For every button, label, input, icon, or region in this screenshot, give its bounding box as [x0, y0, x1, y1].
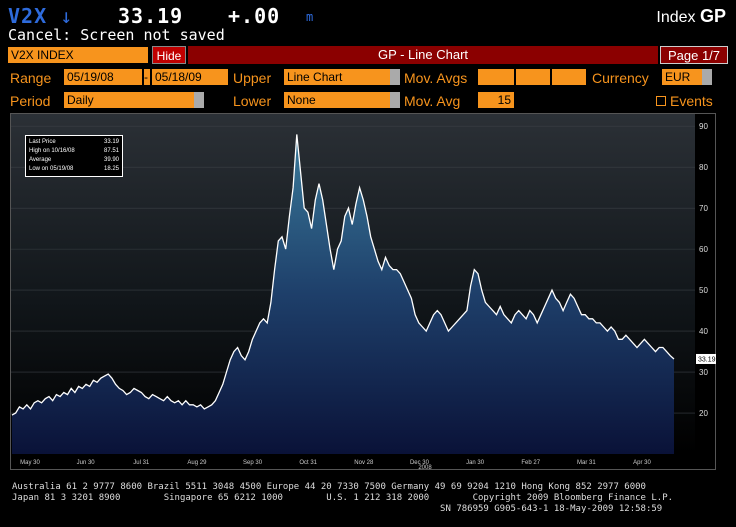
period-dropdown-handle[interactable]	[194, 92, 204, 108]
x-tick-label: Jul 31	[133, 460, 150, 466]
x-tick-label: Mar 31	[577, 460, 596, 466]
x-tick-label: May 30	[20, 460, 40, 466]
legend-row-last: Last Price 33.19	[29, 138, 119, 147]
legend-value: 39.90	[103, 157, 119, 163]
y-tick-label: 70	[699, 204, 708, 213]
stats-legend: Last Price 33.19 High on 10/16/08 87.51 Av…	[25, 135, 123, 177]
y-tick-label: 20	[699, 409, 708, 418]
lower-label: Lower	[233, 93, 272, 109]
y-tick-label: 90	[699, 122, 708, 131]
mov-avg-1-input[interactable]	[478, 69, 514, 85]
lower-dropdown-handle[interactable]	[390, 92, 400, 108]
y-tick-label: 60	[699, 245, 708, 254]
range-separator: -	[144, 69, 150, 85]
ticker-text: V2X	[8, 4, 48, 28]
ticker-symbol: V2X ↓	[8, 4, 73, 28]
upper-chart-select[interactable]: Line Chart	[284, 69, 390, 85]
legend-label: High on 10/16/08	[29, 148, 75, 154]
last-price: 33.19	[118, 4, 184, 28]
y-tick-label: 40	[699, 327, 708, 336]
x-axis-ticks: May 30 Jun 30 Jul 31 Aug 29 Sep 30 Oct 31 Nov …	[20, 460, 651, 466]
legend-value: 87.51	[103, 148, 119, 154]
events-label: Events	[670, 93, 713, 109]
legend-row-high: High on 10/16/08 87.51	[29, 147, 119, 156]
last-price-flag-text: 33.19	[698, 356, 716, 363]
legend-value: 18.25	[103, 166, 119, 172]
function-code: GP	[699, 6, 726, 26]
x-tick-label: Sep 30	[243, 460, 263, 466]
period-label: Period	[10, 93, 51, 109]
currency-dropdown-handle[interactable]	[702, 69, 712, 85]
y-axis-ticks: 20 30 40 50 60 70 80 90	[699, 122, 708, 418]
x-tick-label: Jan 30	[466, 460, 485, 466]
legend-label: Low on 05/19/08	[29, 166, 74, 172]
page-indicator[interactable]: Page 1/7	[660, 46, 728, 64]
index-label: Index	[656, 9, 696, 26]
x-tick-label: Jun 30	[77, 460, 96, 466]
footer-phones-2: Japan 81 3 3201 8900 Singapore 65 6212 1…	[12, 493, 674, 503]
x-tick-label: Nov 28	[354, 460, 374, 466]
upper-label: Upper	[233, 70, 272, 86]
mov-avg-label: Mov. Avg	[404, 93, 461, 109]
mov-avgs-label: Mov. Avgs	[404, 70, 468, 86]
price-change: +.00	[228, 4, 281, 28]
lower-chart-select[interactable]: None	[284, 92, 390, 108]
y-tick-label: 30	[699, 368, 708, 377]
down-arrow-icon: ↓	[60, 4, 74, 28]
status-message: Cancel: Screen not saved	[8, 26, 225, 44]
security-field[interactable]: V2X INDEX	[8, 47, 148, 63]
legend-value: 33.19	[103, 139, 119, 145]
range-label: Range	[10, 70, 52, 86]
function-indicator: Index GP	[656, 6, 726, 27]
x-tick-label: Feb 27	[521, 460, 540, 466]
legend-label: Last Price	[29, 139, 56, 145]
chart-title-bar: GP - Line Chart	[188, 46, 658, 64]
footer-serial: SN 786959 G905-643-1 18-May-2009 12:58:5…	[12, 504, 663, 514]
mov-avg-2-input[interactable]	[516, 69, 550, 85]
currency-select[interactable]: EUR	[662, 69, 702, 85]
mov-avg-3-input[interactable]	[552, 69, 586, 85]
legend-row-low: Low on 05/19/08 18.25	[29, 165, 119, 174]
legend-label: Average	[29, 157, 52, 163]
upper-dropdown-handle[interactable]	[390, 69, 400, 85]
footer-phones-1: Australia 61 2 9777 8600 Brazil 5511 304…	[12, 482, 646, 492]
x-tick-label: Oct 31	[299, 460, 317, 466]
range-end-input[interactable]: 05/18/09	[152, 69, 228, 85]
hide-button[interactable]: Hide	[152, 46, 186, 64]
y-tick-label: 80	[699, 163, 708, 172]
year-label: 2008	[418, 465, 432, 470]
events-checkbox[interactable]	[656, 96, 666, 106]
legend-row-average: Average 39.90	[29, 156, 119, 165]
range-start-input[interactable]: 05/19/08	[64, 69, 142, 85]
y-tick-label: 50	[699, 286, 708, 295]
mov-avg-input[interactable]: 15	[478, 92, 514, 108]
x-tick-label: Apr 30	[633, 460, 651, 466]
last-price-flag: 33.19	[696, 353, 716, 364]
change-unit: m	[306, 10, 314, 24]
currency-label: Currency	[592, 70, 649, 86]
x-tick-label: Aug 29	[187, 460, 207, 466]
period-select[interactable]: Daily	[64, 92, 194, 108]
